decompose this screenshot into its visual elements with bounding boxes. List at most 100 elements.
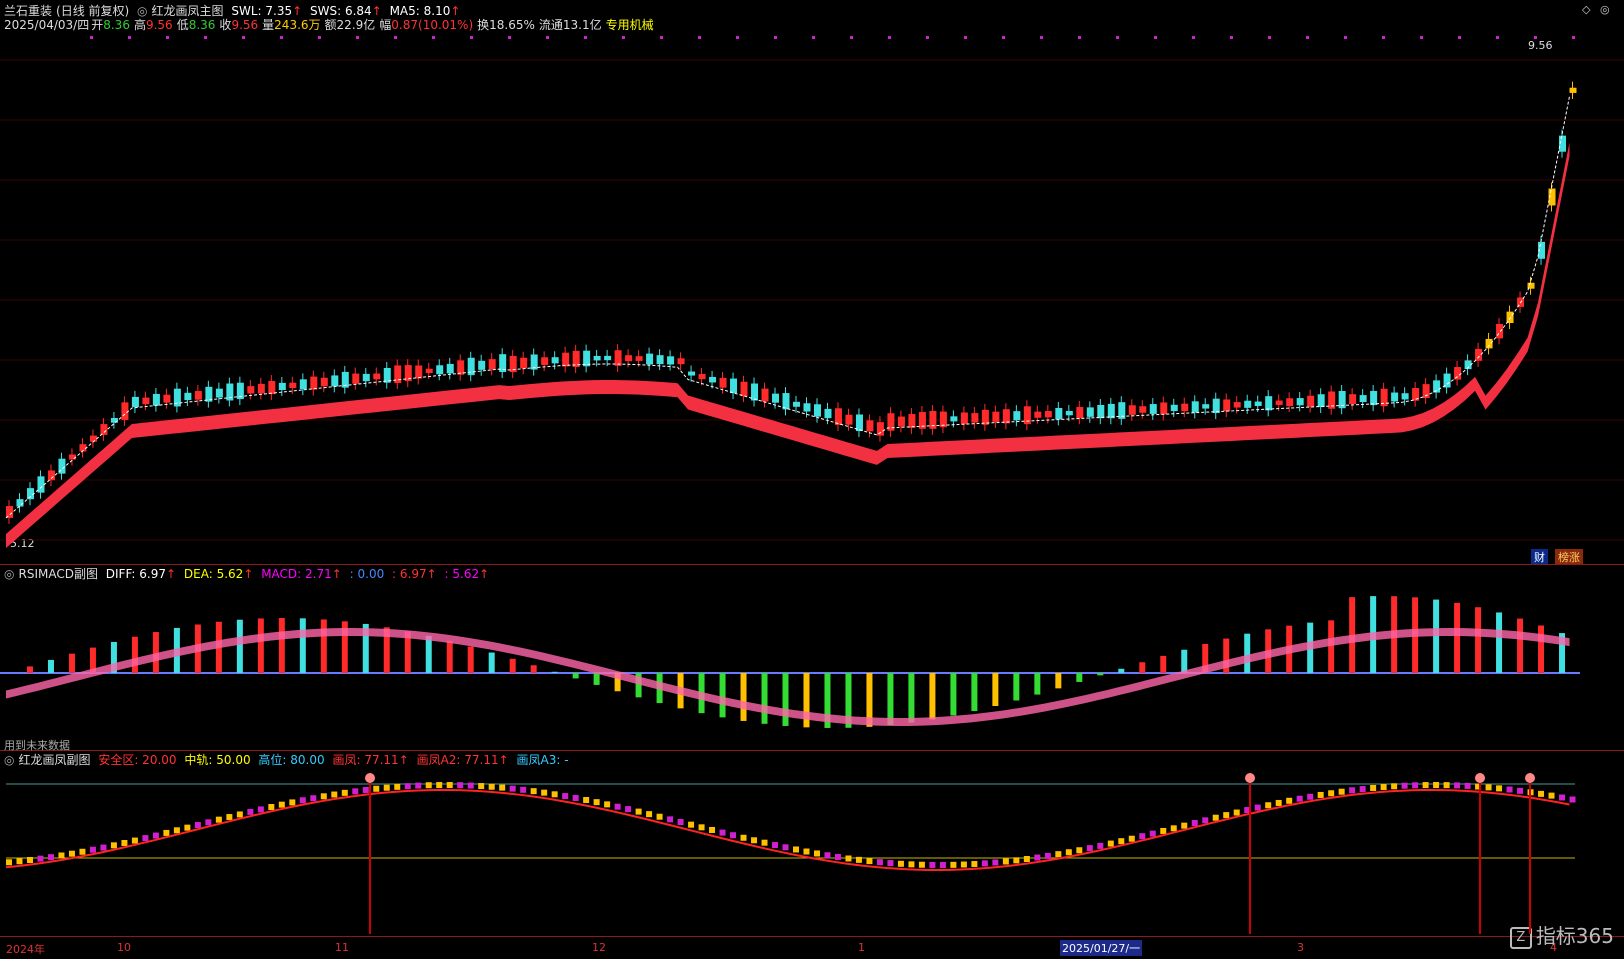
dragon-block (1055, 851, 1062, 858)
dragon-block (1454, 782, 1461, 789)
dragon-block (163, 829, 170, 836)
candle-body (1170, 404, 1178, 412)
candle-body (845, 414, 853, 425)
candle-body (677, 358, 685, 365)
macd-bar (887, 673, 894, 726)
candle-body (257, 383, 265, 394)
candle-body (562, 352, 570, 367)
candle-body (1475, 348, 1483, 361)
candle-body (740, 381, 748, 397)
dragon-block (751, 837, 758, 844)
signal-dot (926, 36, 929, 39)
candle-body (194, 391, 202, 400)
macd-bar (908, 673, 915, 723)
dragon-block (614, 803, 621, 810)
dragon-block (131, 837, 138, 844)
candle-body (824, 408, 832, 419)
macd-bar (1517, 618, 1524, 673)
candle-body (1076, 407, 1084, 419)
ma5-line (5, 96, 1571, 519)
candle-body (625, 355, 633, 362)
dragon-block (960, 861, 967, 868)
dragon-block (761, 839, 768, 846)
signal-dot (1306, 36, 1309, 39)
candle-body (268, 380, 276, 395)
signal-dot (660, 36, 663, 39)
candle-body (1370, 390, 1378, 406)
candle-body (1139, 406, 1147, 413)
signal-dot (1116, 36, 1119, 39)
candle-body (1275, 400, 1283, 405)
macd-bar (761, 673, 768, 724)
chart-canvas[interactable] (0, 0, 1624, 959)
signal-dot (850, 36, 853, 39)
dragon-block (1265, 802, 1272, 809)
dragon-block (908, 861, 915, 868)
dragon-block (257, 806, 264, 813)
macd-bar (26, 666, 33, 673)
dragon-block (1044, 852, 1051, 859)
dragon-block (499, 784, 506, 791)
macd-bar (278, 618, 285, 673)
dragon-block (1149, 830, 1156, 837)
dragon-block (1128, 835, 1135, 842)
macd-bar (488, 652, 495, 673)
dragon-block (1065, 849, 1072, 856)
candle-body (121, 402, 129, 420)
signal-dot (1002, 36, 1005, 39)
candle-body (761, 388, 769, 402)
macd-bar (1055, 673, 1062, 689)
macd-bar (47, 659, 54, 673)
dragon-block (1359, 786, 1366, 793)
dragon-block (1076, 847, 1083, 854)
dragon-block (1496, 785, 1503, 792)
candle-body (1107, 403, 1115, 419)
macd-bar (68, 653, 75, 673)
signal-marker (1475, 773, 1485, 783)
signal-dot (128, 36, 131, 39)
macd-bar (236, 619, 243, 673)
dragon-block (320, 793, 327, 800)
candle-body (310, 376, 318, 390)
dragon-block (1349, 787, 1356, 794)
macd-bar (1034, 673, 1041, 695)
macd-bar (131, 636, 138, 673)
signal-dot (1420, 36, 1423, 39)
signal-dot (1496, 36, 1499, 39)
candle-body (1485, 338, 1493, 349)
macd-bar (1181, 649, 1188, 673)
dragon-block (824, 852, 831, 859)
dragon-block (352, 788, 359, 795)
candle-body (1223, 399, 1231, 412)
candle-body (152, 393, 160, 406)
dragon-block (278, 801, 285, 808)
dragon-block (876, 859, 883, 866)
macd-bar (299, 618, 306, 673)
macd-bar (572, 673, 579, 679)
candle-body (1496, 323, 1504, 339)
dragon-block (950, 861, 957, 868)
candle-body (1086, 407, 1094, 417)
dragon-block (425, 782, 432, 789)
dragon-block (1223, 812, 1230, 819)
candle-body (593, 355, 601, 361)
macd-bar (1160, 655, 1167, 673)
dragon-block (1391, 783, 1398, 790)
candle-body (373, 373, 381, 380)
dragon-block (79, 848, 86, 855)
dragon-block (194, 822, 201, 828)
dragon-block (488, 783, 495, 790)
dragon-block (1559, 794, 1566, 801)
dragon-block (226, 814, 233, 821)
macd-bar (950, 673, 957, 716)
macd-bar (1454, 602, 1461, 673)
dragon-block (1401, 782, 1408, 789)
dragon-block (1181, 822, 1188, 829)
dragon-block (845, 855, 852, 862)
dragon-block (1202, 817, 1209, 824)
dragon-block (6, 859, 12, 866)
dragon-block (341, 789, 348, 796)
candle-body (1149, 404, 1157, 414)
dragon-block (1275, 799, 1282, 806)
candle-body (1202, 404, 1210, 409)
